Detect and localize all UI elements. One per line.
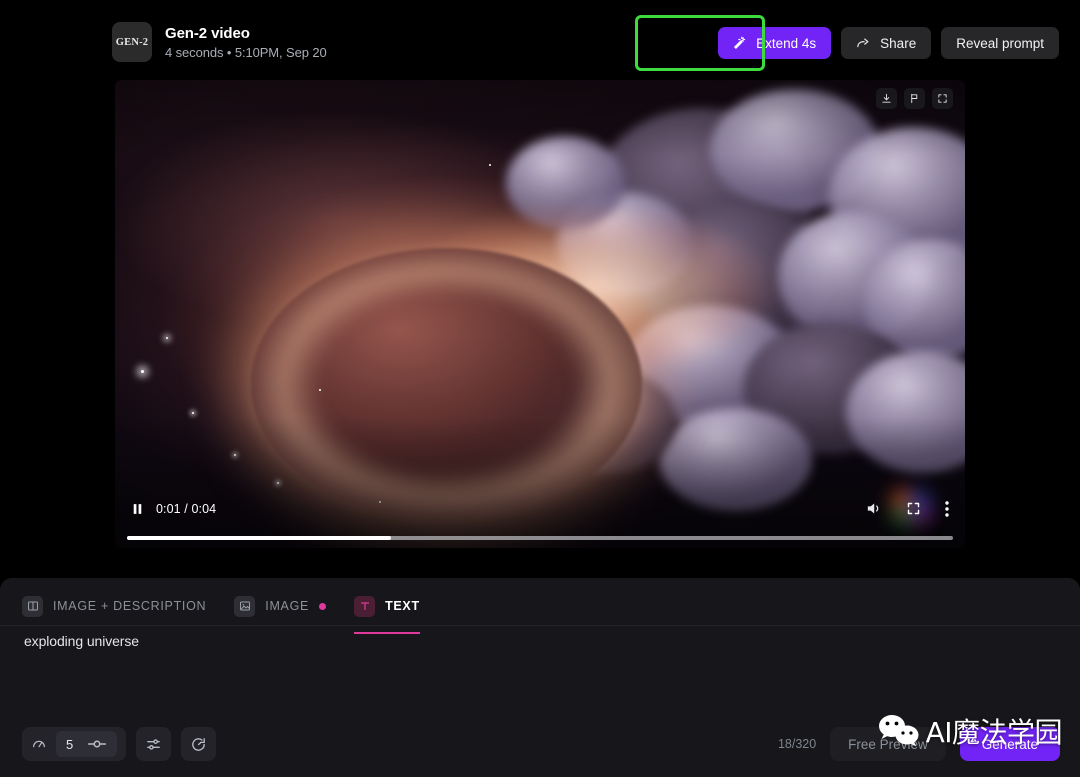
mode-tabs: IMAGE + DESCRIPTION IMAGE TEXT (22, 589, 1058, 634)
video-controls-row: 0:01 / 0:04 (131, 500, 949, 517)
video-right-controls (865, 500, 949, 517)
more-options-icon[interactable] (945, 500, 949, 517)
flag-icon[interactable] (904, 88, 925, 109)
app-header: GEN-2 Gen-2 video 4 seconds • 5:10PM, Se… (0, 0, 1080, 80)
free-preview-label: Free Preview (848, 736, 928, 752)
panel-footer: 5 18/320 Free Preview Generate (22, 727, 1060, 761)
tab-image[interactable]: IMAGE (234, 589, 327, 625)
header-actions: Extend 4s Share Reveal prompt (718, 27, 1059, 59)
reveal-prompt-label: Reveal prompt (956, 35, 1044, 51)
guidance-icon (31, 736, 47, 752)
timer-button[interactable] (181, 727, 217, 761)
download-icon[interactable] (876, 88, 897, 109)
share-button-label: Share (880, 35, 917, 51)
extend-button-wrap: Extend 4s (718, 27, 832, 59)
tab-status-dot (319, 602, 327, 610)
asset-meta: GEN-2 Gen-2 video 4 seconds • 5:10PM, Se… (112, 22, 327, 62)
prompt-panel: IMAGE + DESCRIPTION IMAGE TEXT exploding… (0, 578, 1080, 777)
image-icon (234, 595, 256, 617)
split-panel-icon (22, 595, 43, 617)
asset-subtitle: 4 seconds • 5:10PM, Sep 20 (165, 44, 327, 60)
asset-texts: Gen-2 video 4 seconds • 5:10PM, Sep 20 (165, 25, 327, 60)
prompt-input[interactable]: exploding universe (24, 633, 1056, 733)
volume-icon[interactable] (865, 500, 882, 517)
text-icon (354, 595, 376, 617)
generate-button[interactable]: Generate (959, 727, 1060, 761)
timer-icon (190, 736, 207, 753)
video-time-display: 0:01 / 0:04 (156, 501, 217, 516)
tab-label: TEXT (385, 599, 420, 613)
pause-button[interactable] (131, 502, 144, 516)
reveal-prompt-button[interactable]: Reveal prompt (941, 27, 1059, 59)
page-title: Gen-2 video (165, 24, 250, 42)
free-preview-button[interactable]: Free Preview (830, 727, 946, 761)
video-overlay-actions (876, 88, 953, 109)
extend-button-label: Extend 4s (756, 35, 817, 51)
settings-sliders-icon (145, 736, 162, 753)
magic-wand-icon (733, 36, 747, 50)
footer-actions: 18/320 Free Preview Generate (778, 727, 1060, 761)
runway-gen2-app: GEN-2 Gen-2 video 4 seconds • 5:10PM, Se… (0, 0, 1080, 777)
tab-image-plus-description[interactable]: IMAGE + DESCRIPTION (22, 589, 206, 625)
fullscreen-icon[interactable] (906, 501, 921, 516)
video-player[interactable]: 0:01 / 0:04 (115, 80, 965, 548)
share-button[interactable]: Share (841, 27, 932, 59)
tab-text[interactable]: TEXT (354, 589, 420, 634)
tabs-divider (0, 625, 1080, 626)
character-counter: 18/320 (777, 737, 817, 751)
video-progress-fill (127, 536, 392, 540)
generate-label: Generate (981, 736, 1038, 752)
video-controls: 0:01 / 0:04 (115, 478, 965, 548)
tab-label: IMAGE + DESCRIPTION (53, 599, 207, 613)
extend-button[interactable]: Extend 4s (718, 27, 832, 59)
share-arrow-icon (856, 36, 871, 51)
expand-icon[interactable] (932, 88, 953, 109)
seed-value-box[interactable]: 5 (56, 731, 118, 757)
seed-value: 5 (66, 736, 74, 752)
slider-handle-icon[interactable] (87, 738, 107, 750)
prompt-toolbar: 5 (22, 727, 217, 761)
settings-sliders-button[interactable] (136, 727, 172, 761)
gen2-thumbnail: GEN-2 (112, 22, 152, 62)
video-progress-bar[interactable] (127, 536, 953, 540)
seed-stepper[interactable]: 5 (22, 727, 127, 761)
tab-label: IMAGE (265, 599, 310, 613)
